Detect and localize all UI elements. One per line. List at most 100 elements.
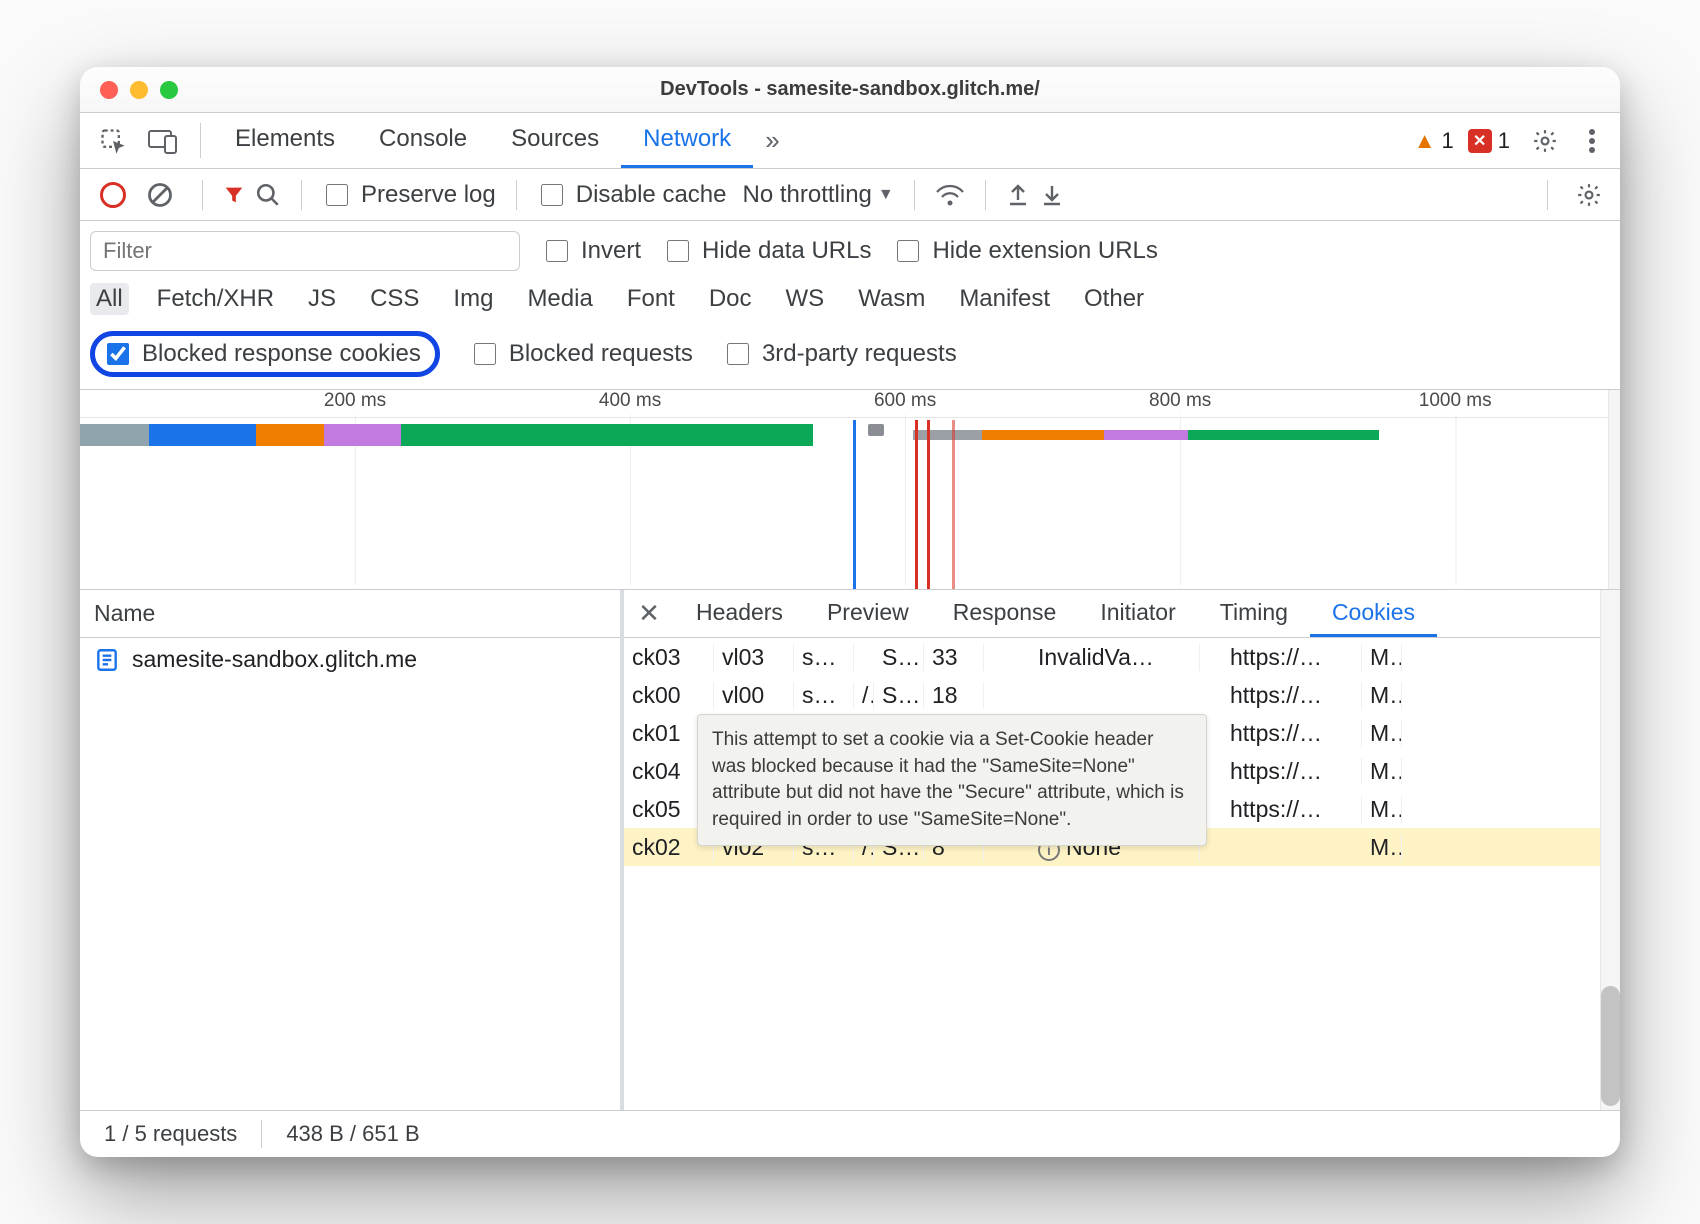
filter-toggle-icon[interactable] — [223, 184, 245, 206]
status-requests: 1 / 5 requests — [80, 1111, 261, 1157]
type-filter-manifest[interactable]: Manifest — [953, 283, 1056, 315]
tab-elements[interactable]: Elements — [213, 113, 357, 168]
record-button[interactable] — [90, 182, 136, 208]
invert-checkbox[interactable]: Invert — [542, 237, 641, 265]
divider — [200, 123, 201, 158]
detail-tabs: ✕ HeadersPreviewResponseInitiatorTimingC… — [624, 590, 1620, 638]
warning-count: 1 — [1442, 128, 1454, 154]
request-detail-pane: ✕ HeadersPreviewResponseInitiatorTimingC… — [620, 590, 1620, 1110]
type-filter-media[interactable]: Media — [521, 283, 598, 315]
type-filter-font[interactable]: Font — [621, 283, 681, 315]
blocked-requests-input[interactable] — [474, 343, 496, 365]
detail-tab-response[interactable]: Response — [931, 590, 1079, 637]
tab-network[interactable]: Network — [621, 113, 753, 168]
request-name: samesite-sandbox.glitch.me — [132, 646, 417, 673]
settings-icon[interactable] — [1524, 122, 1566, 160]
type-filter-other[interactable]: Other — [1078, 283, 1150, 315]
blocked-response-cookies-highlight: Blocked response cookies — [90, 331, 440, 377]
download-har-icon[interactable] — [1040, 182, 1064, 208]
invert-label: Invert — [581, 237, 641, 265]
third-party-checkbox[interactable]: 3rd-party requests — [723, 340, 957, 368]
network-conditions-icon[interactable] — [935, 183, 965, 207]
cookie-row[interactable]: ck00 vl00 s… / S… 18 https://… M. — [624, 676, 1620, 714]
disable-cache-label: Disable cache — [576, 181, 727, 209]
filter-input[interactable] — [90, 231, 520, 271]
range-handle[interactable] — [868, 424, 884, 436]
warnings-badge[interactable]: ▲ 1 — [1414, 128, 1454, 154]
more-options-icon[interactable] — [1580, 122, 1604, 160]
titlebar: DevTools - samesite-sandbox.glitch.me/ — [80, 67, 1620, 113]
type-filter-js[interactable]: JS — [302, 283, 342, 315]
cookie-url: https://… — [1222, 796, 1362, 823]
hide-data-urls-checkbox[interactable]: Hide data URLs — [663, 237, 871, 265]
divider — [1547, 180, 1548, 210]
cookies-table[interactable]: ck03 vl03 s… S… 33 InvalidVa… https://… … — [624, 638, 1620, 1110]
overview-scrollbar[interactable] — [1608, 390, 1620, 589]
warning-icon: ▲ — [1414, 128, 1436, 154]
third-party-input[interactable] — [727, 343, 749, 365]
close-detail-icon[interactable]: ✕ — [624, 590, 674, 637]
cookie-row[interactable]: ck03 vl03 s… S… 33 InvalidVa… https://… … — [624, 638, 1620, 676]
detail-scrollbar[interactable] — [1600, 590, 1620, 1110]
tab-sources[interactable]: Sources — [489, 113, 621, 168]
tab-console[interactable]: Console — [357, 113, 489, 168]
type-filter-fetch-xhr[interactable]: Fetch/XHR — [151, 283, 280, 315]
upload-har-icon[interactable] — [1006, 182, 1030, 208]
type-filter-css[interactable]: CSS — [364, 283, 425, 315]
request-list-header[interactable]: Name — [80, 590, 620, 638]
blocked-response-cookies-input[interactable] — [107, 343, 129, 365]
type-filter-ws[interactable]: WS — [780, 283, 831, 315]
blocked-response-cookies-label: Blocked response cookies — [142, 340, 421, 368]
hide-ext-urls-label: Hide extension URLs — [932, 237, 1157, 265]
cookie-url: https://… — [1222, 682, 1362, 709]
blocked-requests-checkbox[interactable]: Blocked requests — [470, 340, 693, 368]
cookie-url: https://… — [1222, 720, 1362, 747]
invert-input[interactable] — [546, 240, 568, 262]
type-filter-wasm[interactable]: Wasm — [852, 283, 931, 315]
clear-button[interactable] — [146, 181, 174, 209]
marker-red — [915, 420, 918, 589]
disable-cache-checkbox[interactable]: Disable cache — [537, 181, 727, 209]
zoom-window-button[interactable] — [160, 81, 178, 99]
cookie-name: ck00 — [624, 682, 714, 709]
toolbar-right: ▲ 1 ✕ 1 — [1414, 113, 1612, 168]
timeline-tick: 200 ms — [324, 390, 386, 412]
minimize-window-button[interactable] — [130, 81, 148, 99]
disable-cache-input[interactable] — [541, 184, 563, 206]
search-icon[interactable] — [255, 182, 281, 208]
filter-input-field[interactable] — [101, 237, 509, 265]
detail-tab-initiator[interactable]: Initiator — [1078, 590, 1197, 637]
blocked-response-cookies-checkbox[interactable]: Blocked response cookies — [103, 340, 421, 368]
preserve-log-input[interactable] — [326, 184, 348, 206]
divider — [516, 180, 517, 210]
detail-tab-headers[interactable]: Headers — [674, 590, 805, 637]
extra-filters: Blocked response cookies Blocked request… — [80, 325, 1620, 390]
detail-tab-cookies[interactable]: Cookies — [1310, 590, 1437, 637]
detail-tab-timing[interactable]: Timing — [1198, 590, 1310, 637]
devtools-window: DevTools - samesite-sandbox.glitch.me/ E… — [80, 67, 1620, 1157]
detail-tab-preview[interactable]: Preview — [805, 590, 931, 637]
inspect-element-icon[interactable] — [88, 113, 138, 168]
preserve-log-label: Preserve log — [361, 181, 496, 209]
close-window-button[interactable] — [100, 81, 118, 99]
hide-ext-urls-checkbox[interactable]: Hide extension URLs — [893, 237, 1157, 265]
throttling-select[interactable]: No throttling ▼ — [742, 181, 893, 209]
type-filter-doc[interactable]: Doc — [703, 283, 758, 315]
preserve-log-checkbox[interactable]: Preserve log — [322, 181, 496, 209]
type-filter-img[interactable]: Img — [447, 283, 499, 315]
cookie-blocked-tooltip: This attempt to set a cookie via a Set-C… — [697, 714, 1207, 846]
hide-data-urls-input[interactable] — [667, 240, 689, 262]
filter-row: Invert Hide data URLs Hide extension URL… — [80, 221, 1620, 277]
device-toolbar-icon[interactable] — [138, 113, 188, 168]
status-transferred: 438 B / 651 B — [262, 1111, 443, 1157]
type-filter-all[interactable]: All — [90, 283, 129, 315]
network-settings-icon[interactable] — [1568, 176, 1610, 214]
hide-ext-urls-input[interactable] — [897, 240, 919, 262]
cookie-samesite: InvalidVa… — [1030, 644, 1200, 671]
timeline-overview[interactable]: 200 ms400 ms600 ms800 ms1000 ms — [80, 390, 1620, 590]
errors-badge[interactable]: ✕ 1 — [1468, 128, 1510, 154]
window-title: DevTools - samesite-sandbox.glitch.me/ — [80, 78, 1620, 101]
request-row[interactable]: samesite-sandbox.glitch.me — [80, 638, 620, 681]
more-tabs-button[interactable]: » — [753, 113, 791, 168]
divider — [301, 180, 302, 210]
